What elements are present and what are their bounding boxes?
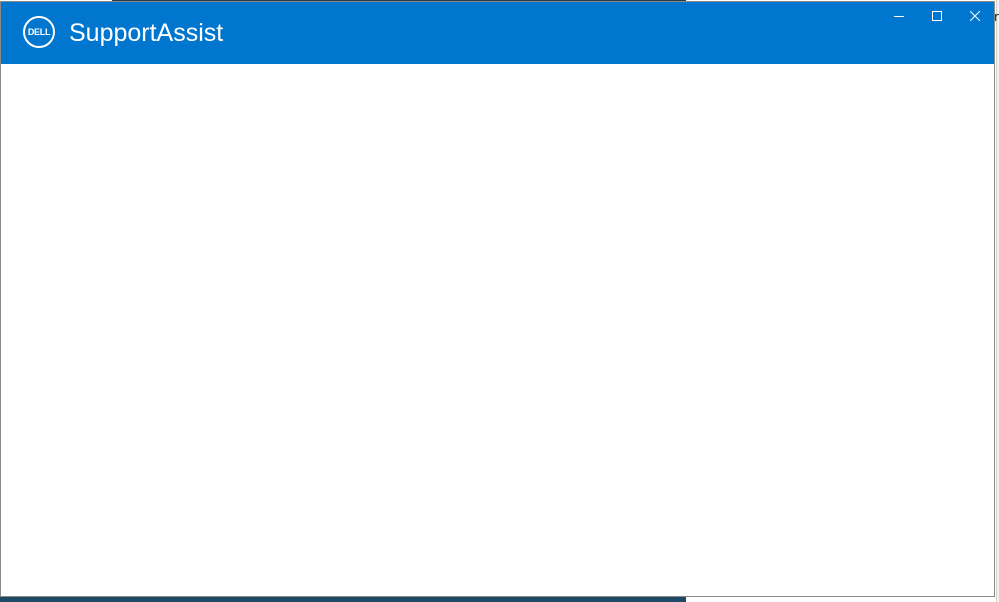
dell-logo-text: DELL (27, 27, 51, 37)
supportassist-window: DELL SupportAssist (0, 1, 995, 597)
maximize-icon (932, 11, 942, 21)
main-content-area (1, 64, 994, 596)
app-title: SupportAssist (69, 19, 224, 47)
close-icon (970, 11, 980, 21)
title-bar[interactable]: DELL SupportAssist (1, 2, 994, 64)
close-button[interactable] (956, 2, 994, 30)
minimize-button[interactable] (880, 2, 918, 30)
dell-logo-icon: DELL (23, 16, 55, 48)
taskbar-edge (0, 597, 686, 602)
maximize-button[interactable] (918, 2, 956, 30)
window-controls (880, 2, 994, 30)
minimize-icon (894, 16, 904, 17)
